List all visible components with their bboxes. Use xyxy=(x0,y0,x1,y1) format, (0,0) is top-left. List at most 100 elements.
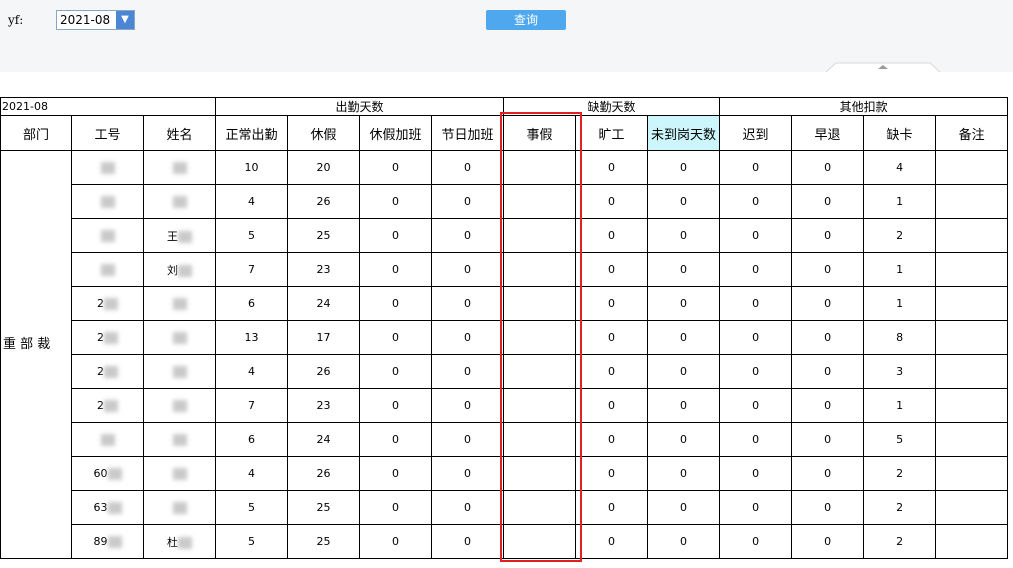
cell-absenteeism: 0 xyxy=(575,184,649,219)
table-row: 4 26 0 0 0 0 0 0 1 xyxy=(1,184,1009,219)
cell-early-leave: 0 xyxy=(791,150,865,185)
late-value: 0 xyxy=(752,365,760,378)
cell-personal-leave xyxy=(503,422,577,457)
cell-holiday-overtime: 0 xyxy=(431,524,505,559)
query-button[interactable]: 查询 xyxy=(486,10,566,30)
cell-holiday-overtime: 0 xyxy=(431,388,505,423)
cell-leave: 20 xyxy=(287,150,361,185)
employee-name-value: 杜 xyxy=(167,535,178,549)
cell-remarks xyxy=(935,354,1009,389)
holiday-overtime-value: 0 xyxy=(464,161,472,174)
cell-early-leave: 0 xyxy=(791,388,865,423)
col-employee-id: 工号 xyxy=(71,115,144,151)
cell-leave-overtime: 0 xyxy=(359,286,433,321)
cell-early-leave: 0 xyxy=(791,184,865,219)
redacted-mask xyxy=(178,230,192,243)
cell-holiday-overtime: 0 xyxy=(431,456,505,491)
missing-punch-value: 1 xyxy=(896,263,904,276)
redacted-mask xyxy=(100,196,115,208)
late-value: 0 xyxy=(752,161,760,174)
normal-attendance-value: 5 xyxy=(248,229,256,242)
cell-employee-name xyxy=(142,456,217,491)
cell-not-arrived-days: 0 xyxy=(647,252,721,287)
cell-personal-leave xyxy=(503,490,577,525)
table-row: 王 5 25 0 0 0 0 0 0 2 xyxy=(1,218,1009,253)
cell-late: 0 xyxy=(719,252,793,287)
col-leave: 休假 xyxy=(287,115,361,151)
group-absence-days: 缺勤天数 xyxy=(503,97,721,116)
leave-value: 23 xyxy=(316,399,331,412)
cell-holiday-overtime: 0 xyxy=(431,422,505,457)
leave-value: 25 xyxy=(316,501,331,514)
missing-punch-value: 2 xyxy=(896,535,904,548)
late-value: 0 xyxy=(752,501,760,514)
employee-id-value: 2 xyxy=(97,365,104,378)
missing-punch-value: 2 xyxy=(896,501,904,514)
cell-not-arrived-days: 0 xyxy=(647,524,721,559)
table-row: 2 6 24 0 0 0 0 0 0 1 xyxy=(1,286,1009,321)
table-row: 89 杜 5 25 0 0 0 0 0 0 2 xyxy=(1,524,1009,559)
missing-punch-value: 1 xyxy=(896,195,904,208)
col-normal-attendance: 正常出勤 xyxy=(215,115,289,151)
cell-late: 0 xyxy=(719,456,793,491)
cell-leave: 26 xyxy=(287,354,361,389)
cell-holiday-overtime: 0 xyxy=(431,150,505,185)
cell-late: 0 xyxy=(719,286,793,321)
cell-leave-overtime: 0 xyxy=(359,524,433,559)
holiday-overtime-value: 0 xyxy=(464,331,472,344)
redacted-mask xyxy=(100,230,115,242)
cell-leave-overtime: 0 xyxy=(359,456,433,491)
absenteeism-value: 0 xyxy=(608,535,616,548)
table-row: 2 7 23 0 0 0 0 0 0 1 xyxy=(1,388,1009,423)
cell-remarks xyxy=(935,422,1009,457)
cell-missing-punch: 2 xyxy=(863,218,937,253)
normal-attendance-value: 5 xyxy=(248,501,256,514)
not-arrived-days-value: 0 xyxy=(680,365,688,378)
col-early-leave: 早退 xyxy=(791,115,865,151)
leave-value: 25 xyxy=(316,229,331,242)
redacted-mask xyxy=(100,162,115,174)
redacted-mask xyxy=(172,434,187,446)
early-leave-value: 0 xyxy=(824,399,832,412)
leave-overtime-value: 0 xyxy=(392,535,400,548)
cell-employee-name: 王 xyxy=(142,218,217,253)
table-row: 60 4 26 0 0 0 0 0 0 2 xyxy=(1,456,1009,491)
holiday-overtime-value: 0 xyxy=(464,433,472,446)
chevron-down-icon[interactable]: ▼ xyxy=(116,11,134,29)
month-select[interactable]: 2021-08 ▼ xyxy=(56,10,135,30)
normal-attendance-value: 10 xyxy=(244,161,259,174)
col-holiday-overtime: 节日加班 xyxy=(431,115,505,151)
redacted-mask xyxy=(172,502,187,514)
missing-punch-value: 2 xyxy=(896,467,904,480)
col-name: 姓名 xyxy=(142,115,217,151)
cell-normal-attendance: 4 xyxy=(215,354,289,389)
redacted-mask xyxy=(104,400,118,412)
cell-normal-attendance: 6 xyxy=(215,286,289,321)
cell-personal-leave xyxy=(503,150,577,185)
cell-remarks xyxy=(935,456,1009,491)
cell-employee-id xyxy=(71,150,144,185)
missing-punch-value: 5 xyxy=(896,433,904,446)
cell-absenteeism: 0 xyxy=(575,320,649,355)
leave-overtime-value: 0 xyxy=(392,467,400,480)
leave-value: 24 xyxy=(316,297,331,310)
normal-attendance-value: 6 xyxy=(248,433,256,446)
cell-absenteeism: 0 xyxy=(575,354,649,389)
not-arrived-days-value: 0 xyxy=(680,263,688,276)
cell-personal-leave xyxy=(503,456,577,491)
normal-attendance-value: 7 xyxy=(248,263,256,276)
cell-early-leave: 0 xyxy=(791,354,865,389)
collapse-toggle-icon[interactable] xyxy=(826,62,940,72)
cell-normal-attendance: 5 xyxy=(215,218,289,253)
cell-employee-name xyxy=(142,320,217,355)
cell-not-arrived-days: 0 xyxy=(647,490,721,525)
cell-employee-id: 60 xyxy=(71,456,144,491)
cell-leave: 23 xyxy=(287,252,361,287)
cell-remarks xyxy=(935,184,1009,219)
group-header-row: 2021-08 出勤天数 缺勤天数 其他扣款 xyxy=(0,97,1009,116)
early-leave-value: 0 xyxy=(824,331,832,344)
cell-holiday-overtime: 0 xyxy=(431,252,505,287)
leave-overtime-value: 0 xyxy=(392,263,400,276)
cell-holiday-overtime: 0 xyxy=(431,320,505,355)
late-value: 0 xyxy=(752,467,760,480)
